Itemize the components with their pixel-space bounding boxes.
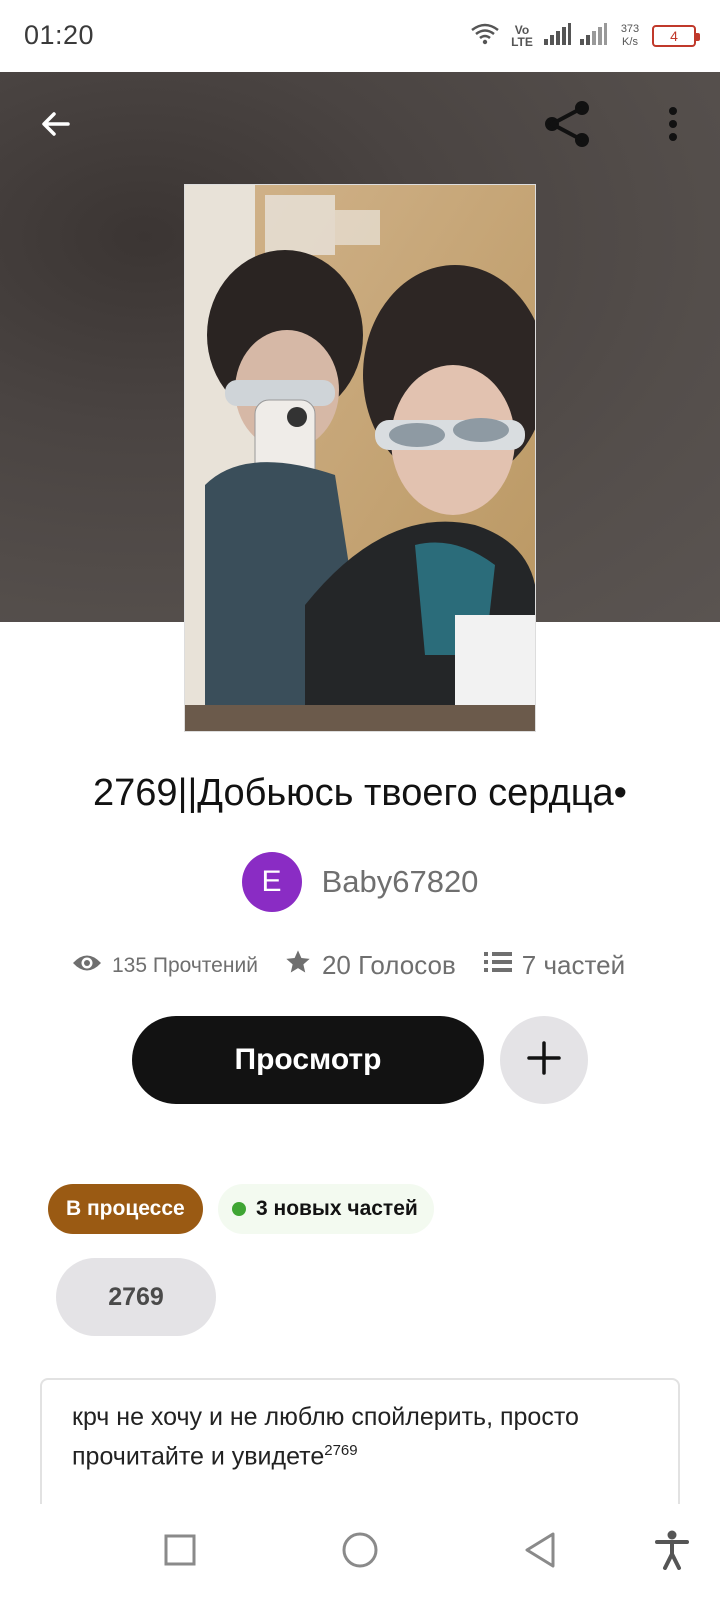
net-speed-value: 373 <box>620 23 640 35</box>
back-icon <box>523 1531 557 1574</box>
more-vertical-icon <box>667 106 679 147</box>
signal-icon-2 <box>580 22 608 50</box>
plus-icon <box>526 1040 562 1081</box>
more-options-button[interactable] <box>645 98 701 154</box>
recent-apps-icon <box>163 1533 197 1572</box>
nav-back-button[interactable] <box>516 1528 564 1576</box>
share-icon <box>542 98 594 155</box>
parts-stat: 7 частей <box>483 950 626 981</box>
reads-stat: 135 Прочтений <box>72 952 258 980</box>
votes-count: 20 Голосов <box>321 950 456 980</box>
back-button[interactable] <box>28 98 84 154</box>
net-speed: 373 K/s <box>616 23 644 49</box>
battery-level: 4 <box>670 28 678 44</box>
read-button[interactable]: Просмотр <box>132 1016 484 1104</box>
accessibility-icon <box>655 1530 689 1575</box>
story-title: 2769||Добьюсь твоего сердца• <box>93 772 627 814</box>
status-bar: 01:20 Vo LTE 373 K/s 4 <box>0 0 720 72</box>
new-parts-badge: 3 новых частей <box>218 1184 434 1234</box>
accessibility-button[interactable] <box>648 1528 696 1576</box>
description-superscript: 2769 <box>324 1442 358 1459</box>
reads-count: 135 Прочтений <box>112 953 258 977</box>
volte-label: Vo LTE <box>511 23 533 49</box>
status-badge: В процессе <box>48 1184 203 1234</box>
votes-stat: 20 Голосов <box>284 948 456 983</box>
battery-icon: 4 <box>652 25 700 47</box>
home-icon <box>341 1531 379 1574</box>
status-icons: Vo LTE 373 K/s 4 <box>470 18 700 54</box>
list-icon <box>483 950 512 981</box>
signal-icon <box>544 22 572 50</box>
recent-apps-button[interactable] <box>156 1528 204 1576</box>
net-speed-unit: K/s <box>622 36 638 48</box>
description-text: крч не хочу и не люблю спойлерить, прост… <box>72 1403 579 1471</box>
author-name[interactable]: Baby67820 <box>322 864 479 900</box>
tag-chip[interactable]: 2769 <box>56 1258 216 1336</box>
story-stats: 135 Прочтений 20 Голосов 7 частей <box>72 948 625 983</box>
new-parts-label: 3 новых частей <box>256 1197 418 1220</box>
system-nav-bar <box>0 1504 720 1600</box>
eye-icon <box>72 952 102 980</box>
add-to-library-button[interactable] <box>500 1016 588 1104</box>
author-row[interactable]: E Baby67820 <box>0 852 720 912</box>
green-dot-icon <box>232 1202 246 1216</box>
wifi-icon <box>470 22 500 51</box>
star-icon <box>284 948 312 983</box>
parts-count: 7 частей <box>521 950 626 980</box>
share-button[interactable] <box>540 98 596 154</box>
home-button[interactable] <box>336 1528 384 1576</box>
story-cover-image[interactable] <box>184 184 536 732</box>
avatar[interactable]: E <box>241 852 302 912</box>
status-time: 01:20 <box>24 20 95 50</box>
arrow-left-icon <box>38 106 74 147</box>
